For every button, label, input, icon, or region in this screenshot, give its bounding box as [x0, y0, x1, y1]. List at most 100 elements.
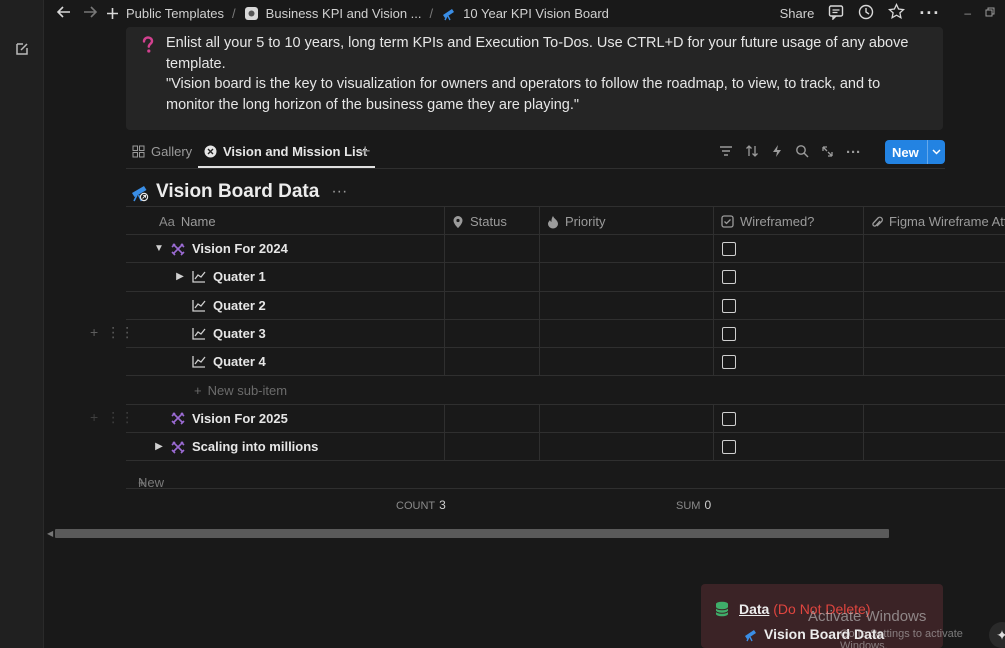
column-header-figma[interactable]: Figma Wireframe Atta: [871, 214, 1005, 229]
database-title-text[interactable]: Vision Board Data: [156, 181, 319, 203]
chevron-down-icon[interactable]: [927, 140, 945, 164]
column-header-name[interactable]: Aa Name: [159, 214, 216, 229]
row-name[interactable]: Quater 2: [213, 298, 266, 313]
data-link[interactable]: Data: [739, 601, 769, 617]
database-table: Aa Name Status Priority Wireframed? Figm…: [126, 206, 1005, 517]
tab-gallery[interactable]: Gallery: [132, 144, 192, 159]
breadcrumb-label: 10 Year KPI Vision Board: [463, 5, 609, 21]
breadcrumb-separator: /: [429, 5, 434, 21]
add-view-plus-icon[interactable]: +: [360, 141, 371, 162]
row-name[interactable]: Scaling into millions: [192, 439, 318, 454]
table-row[interactable]: Quater 2: [126, 291, 1005, 320]
minimize-window-icon[interactable]: –: [964, 6, 971, 20]
toggle-collapsed-icon[interactable]: ▶: [175, 271, 185, 282]
row-name[interactable]: Quater 4: [213, 354, 266, 369]
checkbox-property-icon: [721, 215, 734, 228]
breadcrumb-kpi-vision-board[interactable]: 10 Year KPI Vision Board: [441, 6, 609, 21]
history-clock-icon[interactable]: [858, 4, 874, 23]
sum-label: SUM: [676, 500, 701, 513]
tab-vision-and-mission-list[interactable]: Vision and Mission List: [197, 144, 376, 168]
new-row-button[interactable]: + New: [126, 461, 1005, 490]
toggle-collapsed-icon[interactable]: ▶: [154, 441, 164, 452]
telescope-icon: [745, 629, 756, 641]
table-header: Aa Name Status Priority Wireframed? Figm…: [126, 206, 1005, 235]
expand-icon[interactable]: [821, 145, 834, 161]
chart-line-icon: [192, 299, 206, 312]
count-calculation[interactable]: COUNT 3: [396, 498, 446, 512]
row-name[interactable]: Quater 1: [213, 269, 266, 284]
share-button[interactable]: Share: [780, 6, 815, 21]
page-icon: [244, 6, 258, 20]
status-icon: [453, 215, 463, 228]
table-row[interactable]: Quater 4: [126, 348, 1005, 377]
tab-label: Gallery: [151, 144, 193, 159]
horizontal-scrollbar[interactable]: ◀: [44, 527, 1005, 541]
count-label: COUNT: [396, 500, 436, 513]
gallery-icon: [132, 145, 145, 158]
telescope-icon: [443, 8, 455, 20]
wireframed-checkbox[interactable]: [722, 440, 736, 455]
tab-label: Vision and Mission List: [223, 144, 368, 159]
wireframed-checkbox[interactable]: [722, 411, 736, 426]
add-row-plus-icon[interactable]: +: [90, 409, 98, 426]
breadcrumb-business-kpi[interactable]: Business KPI and Vision ...: [244, 6, 422, 21]
wireframed-checkbox[interactable]: [722, 298, 736, 313]
count-value: 3: [439, 498, 446, 513]
sort-icon[interactable]: [745, 144, 759, 161]
scrollbar-thumb[interactable]: [55, 529, 889, 538]
new-button-label: New: [892, 144, 919, 160]
table-row[interactable]: ▶ Quater 1: [126, 263, 1005, 292]
breadcrumb-label: Public Templates: [126, 5, 225, 21]
add-row-plus-icon[interactable]: +: [90, 324, 98, 341]
more-options-icon[interactable]: ···: [846, 144, 861, 161]
toggle-expanded-icon[interactable]: ▼: [154, 243, 164, 254]
breadcrumb-public-templates[interactable]: Public Templates: [106, 6, 224, 21]
wireframed-checkbox[interactable]: [722, 242, 736, 256]
back-arrow-icon[interactable]: [56, 4, 72, 23]
column-label: Wireframed?: [740, 214, 815, 229]
breadcrumb-separator: /: [232, 5, 236, 21]
scroll-left-arrow-icon[interactable]: ◀: [47, 529, 53, 538]
more-options-icon[interactable]: ···: [919, 3, 940, 24]
chart-line-icon: [192, 271, 206, 283]
wireframed-checkbox[interactable]: [722, 355, 736, 370]
table-row[interactable]: ▶ Scaling into millions: [126, 433, 1005, 462]
row-name[interactable]: Vision For 2025: [192, 411, 288, 426]
database-options-icon[interactable]: ···: [331, 183, 347, 201]
activate-windows-watermark: Activate Windows: [808, 608, 927, 625]
table-row[interactable]: Quater 3: [126, 319, 1005, 349]
list-icon: [204, 145, 217, 158]
search-icon[interactable]: [795, 144, 809, 161]
new-sub-item-row[interactable]: + New sub-item: [126, 376, 1005, 405]
chart-line-icon: [192, 327, 206, 340]
wireframed-checkbox[interactable]: [722, 270, 736, 285]
wireframed-checkbox[interactable]: [722, 326, 736, 341]
swords-icon: [171, 441, 185, 454]
column-header-status[interactable]: Status: [452, 214, 507, 229]
swords-icon: [171, 242, 185, 256]
new-record-button[interactable]: New: [885, 140, 945, 164]
callout-instructions: Enlist all your 5 to 10 years, long term…: [166, 35, 909, 72]
restore-window-icon[interactable]: [985, 6, 995, 20]
comments-icon[interactable]: [828, 4, 844, 23]
row-name[interactable]: Vision For 2024: [192, 241, 288, 256]
table-row[interactable]: Vision For 2025: [126, 404, 1005, 434]
filter-icon[interactable]: [719, 144, 733, 161]
forward-arrow-icon[interactable]: [82, 4, 98, 23]
table-row[interactable]: ▼ Vision For 2024: [126, 235, 1005, 264]
favorite-star-icon[interactable]: [888, 2, 906, 23]
column-header-priority[interactable]: Priority: [547, 214, 605, 229]
left-sidebar: [0, 0, 44, 648]
automation-lightning-icon[interactable]: [771, 144, 783, 161]
new-sub-item-label[interactable]: New sub-item: [208, 383, 287, 398]
new-row-label[interactable]: New: [138, 475, 164, 490]
new-page-icon[interactable]: [14, 41, 30, 57]
column-label: Status: [470, 214, 507, 229]
row-name[interactable]: Quater 3: [213, 326, 266, 341]
swords-icon: [171, 412, 185, 425]
sum-calculation[interactable]: SUM 0: [676, 498, 711, 512]
top-bar: Public Templates / Business KPI and Visi…: [44, 0, 1005, 26]
column-header-wireframed[interactable]: Wireframed?: [721, 214, 814, 229]
plus-icon: [107, 7, 118, 19]
breadcrumb: Public Templates / Business KPI and Visi…: [106, 6, 609, 21]
